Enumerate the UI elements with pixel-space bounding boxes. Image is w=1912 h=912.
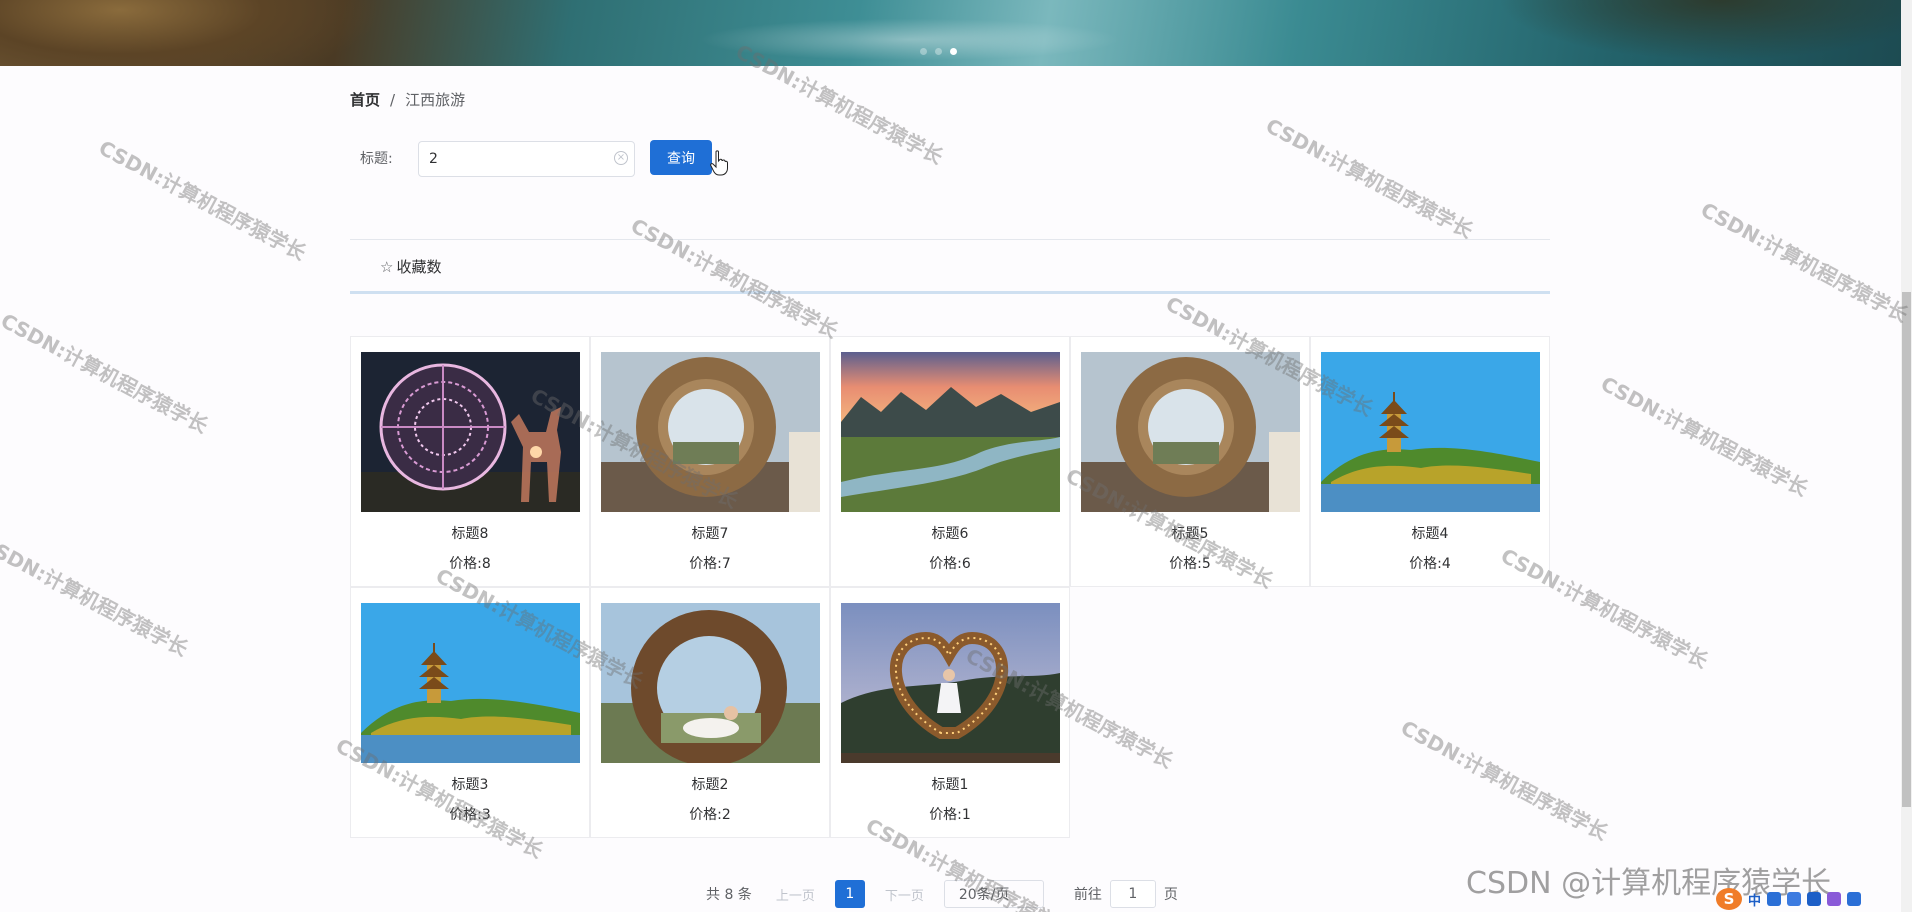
product-price: 价格:7 <box>689 556 731 572</box>
product-title[interactable]: 标题1 <box>831 774 1069 794</box>
watermark: CSDN:计算机程序猿学长 <box>1696 197 1912 328</box>
product-card[interactable]: 标题2 价格:2 <box>590 587 830 838</box>
hand-cursor-icon <box>710 150 728 176</box>
product-price: 价格:3 <box>449 807 491 823</box>
product-image-heart-frame <box>841 603 1060 763</box>
watermark: CSDN:计算机程序猿学长 <box>0 308 212 439</box>
search-button[interactable]: 查询 <box>650 140 712 175</box>
goto-page-input[interactable] <box>1109 880 1156 908</box>
watermark: CSDN:计算机程序猿学长 <box>94 135 310 266</box>
watermark: CSDN:计算机程序猿学长 <box>626 213 842 344</box>
search-label: 标题: <box>360 151 393 167</box>
hero-banner[interactable] <box>0 0 1901 66</box>
product-image-river-sunset <box>841 352 1060 512</box>
watermark: CSDN:计算机程序猿学长 <box>1261 113 1477 244</box>
product-card[interactable]: 标题8 价格:8 <box>350 336 590 587</box>
toolbox-icon[interactable] <box>1847 892 1862 906</box>
breadcrumb-current: 江西旅游 <box>405 91 466 109</box>
product-price: 价格:4 <box>1409 556 1451 572</box>
punctuation-icon[interactable] <box>1767 892 1782 906</box>
product-price: 价格:1 <box>929 807 971 823</box>
pagination-total: 共 8 条 <box>706 887 752 903</box>
clear-icon[interactable]: × <box>614 151 628 165</box>
ime-language[interactable]: 中 <box>1748 890 1761 909</box>
product-image-pagoda-lake <box>1321 352 1540 512</box>
product-price: 价格:8 <box>449 556 491 572</box>
carousel-dot-active[interactable] <box>950 48 957 55</box>
product-title[interactable]: 标题2 <box>591 774 829 794</box>
product-title[interactable]: 标题4 <box>1311 523 1549 543</box>
product-title[interactable]: 标题3 <box>351 774 589 794</box>
product-price: 价格:6 <box>929 556 971 572</box>
pagination: 共 8 条 上一页 1 下一页 20条/页 前往 页 <box>706 880 1178 908</box>
goto-label: 前往 <box>1073 887 1102 903</box>
sort-divider <box>350 239 1550 240</box>
ime-logo-icon[interactable]: S <box>1716 888 1742 910</box>
star-icon: ☆ <box>380 257 394 276</box>
product-image-branch-nest <box>601 603 820 763</box>
skin-icon[interactable] <box>1827 892 1842 906</box>
pagination-prev-button[interactable]: 上一页 <box>776 885 815 904</box>
pagination-jumper: 前往 页 <box>1074 880 1178 908</box>
product-title[interactable]: 标题8 <box>351 523 589 543</box>
pagination-page-current[interactable]: 1 <box>834 880 865 908</box>
product-title[interactable]: 标题5 <box>1071 523 1309 543</box>
pagination-next-button[interactable]: 下一页 <box>885 885 924 904</box>
product-card[interactable]: 标题6 价格:6 <box>830 336 1070 587</box>
breadcrumb-separator: / <box>390 90 396 109</box>
breadcrumb: 首页 / 江西旅游 <box>350 89 465 110</box>
carousel-dot[interactable] <box>920 48 927 55</box>
keyboard-icon[interactable] <box>1807 892 1822 906</box>
breadcrumb-home[interactable]: 首页 <box>350 89 380 110</box>
watermark: CSDN:计算机程序猿学长 <box>1396 715 1612 846</box>
product-card[interactable]: 标题4 价格:4 <box>1310 336 1550 587</box>
product-title[interactable]: 标题7 <box>591 523 829 543</box>
watermark: CSDN:计算机程序猿学长 <box>1596 371 1812 502</box>
product-card[interactable]: 标题3 价格:3 <box>350 587 590 838</box>
product-image-lantern-ball <box>361 352 580 512</box>
system-tray: S 中 <box>1716 888 1862 910</box>
product-image-straw-nest <box>601 352 820 512</box>
page-scrollbar[interactable] <box>1901 0 1912 912</box>
carousel-indicators <box>920 48 957 55</box>
page-size-select[interactable]: 20条/页 <box>943 880 1044 908</box>
search-input[interactable] <box>418 141 635 177</box>
product-price: 价格:5 <box>1169 556 1211 572</box>
sort-label: 收藏数 <box>396 258 442 276</box>
sort-underline <box>350 291 1550 294</box>
microphone-icon[interactable] <box>1787 892 1802 906</box>
product-image-straw-nest <box>1081 352 1300 512</box>
product-title[interactable]: 标题6 <box>831 523 1069 543</box>
goto-suffix: 页 <box>1163 887 1178 903</box>
product-card[interactable]: 标题7 价格:7 <box>590 336 830 587</box>
sort-by-favorites[interactable]: ☆ 收藏数 <box>380 256 441 277</box>
product-image-pagoda-lake <box>361 603 580 763</box>
scrollbar-thumb[interactable] <box>1902 292 1911 807</box>
product-card[interactable]: 标题1 价格:1 <box>830 587 1070 838</box>
watermark: CSDN:计算机程序猿学长 <box>0 531 192 662</box>
carousel-dot[interactable] <box>935 48 942 55</box>
product-price: 价格:2 <box>689 807 731 823</box>
product-card[interactable]: 标题5 价格:5 <box>1070 336 1310 587</box>
